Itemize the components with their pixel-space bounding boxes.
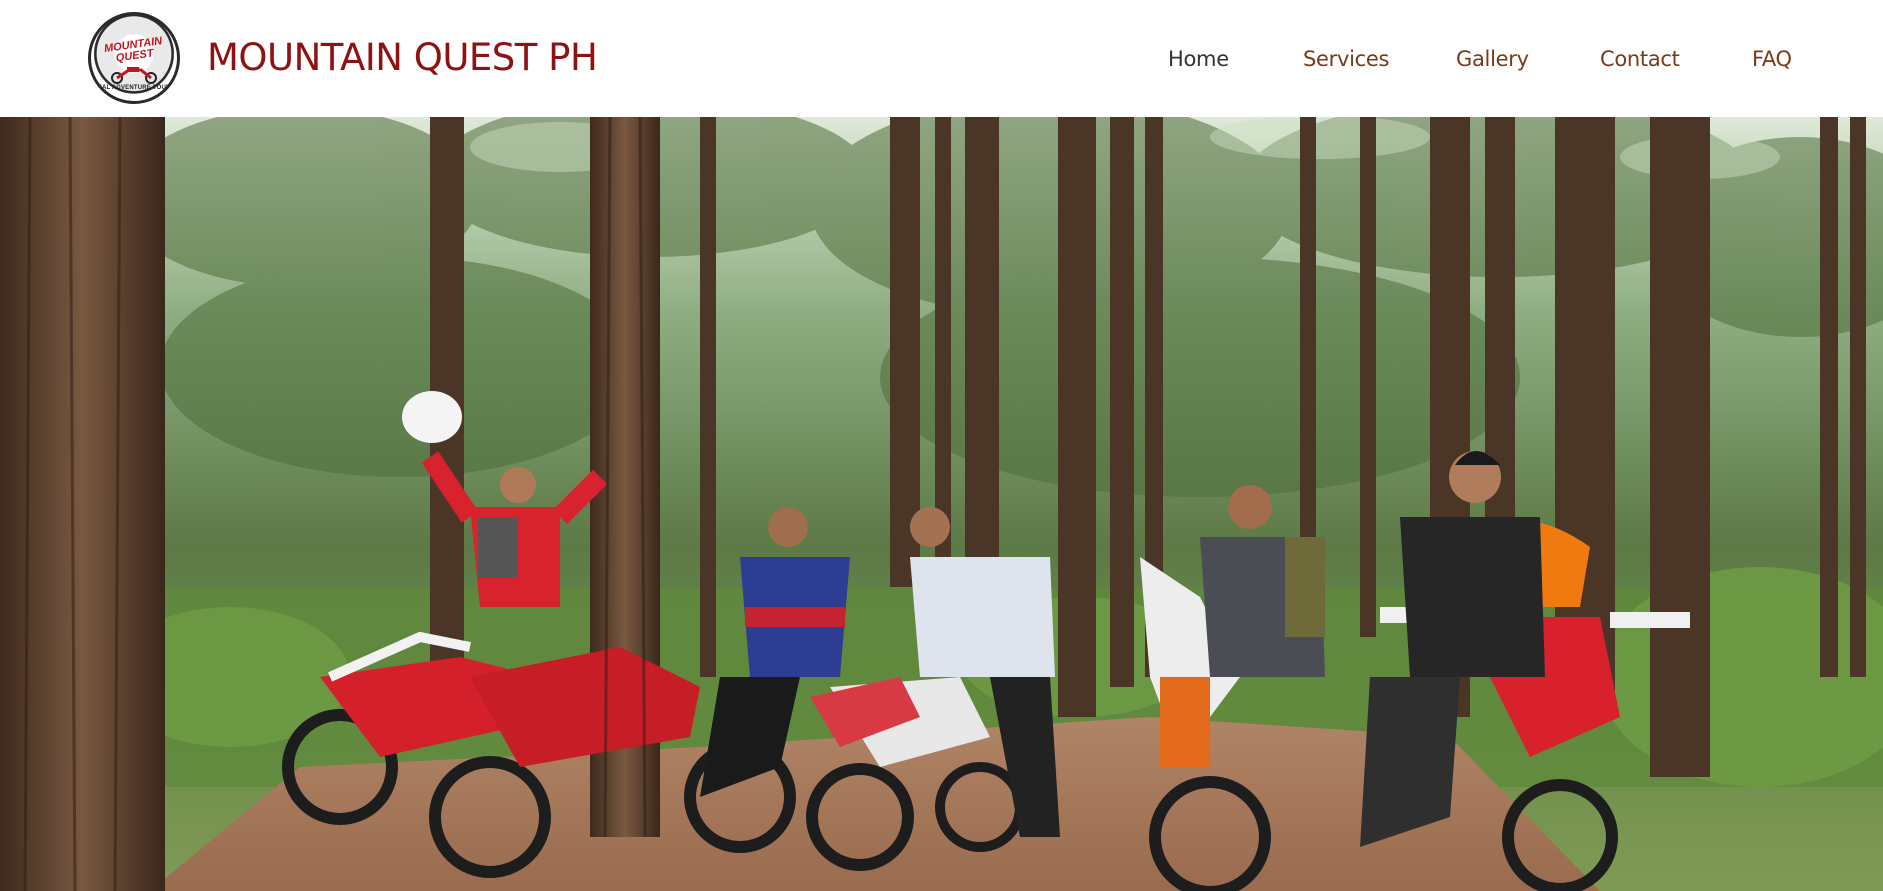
- nav-item-services[interactable]: Services: [1303, 44, 1389, 74]
- site-header: MOUNTAIN QUEST REAL ADVENTURE TOURS MOUN…: [0, 0, 1883, 117]
- logo-bottom-text: REAL ADVENTURE TOURS: [93, 84, 175, 91]
- nav-item-faq[interactable]: FAQ: [1752, 44, 1792, 74]
- nav-item-gallery[interactable]: Gallery: [1456, 44, 1529, 74]
- forest-riders-photo: [0, 117, 1883, 891]
- hero-image: [0, 117, 1883, 891]
- nav-item-home[interactable]: Home: [1168, 44, 1229, 74]
- main-nav: Home Services Gallery Contact FAQ: [0, 44, 1883, 74]
- nav-item-contact[interactable]: Contact: [1600, 44, 1680, 74]
